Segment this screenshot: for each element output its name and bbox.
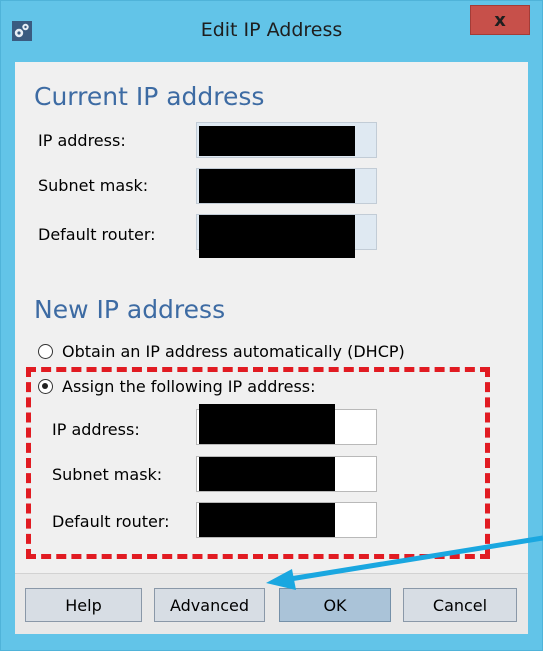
current-ip-label: IP address:: [38, 131, 126, 150]
dhcp-option[interactable]: Obtain an IP address automatically (DHCP…: [38, 342, 405, 361]
redaction: [199, 215, 355, 258]
window-title: Edit IP Address: [200, 19, 343, 41]
dhcp-label: Obtain an IP address automatically (DHCP…: [62, 342, 405, 361]
cancel-button[interactable]: Cancel: [403, 588, 517, 622]
assign-label: Assign the following IP address:: [62, 377, 316, 396]
current-subnet-label: Subnet mask:: [38, 176, 149, 195]
close-button[interactable]: x: [470, 5, 530, 35]
redaction: [199, 169, 355, 203]
help-button[interactable]: Help: [25, 588, 142, 622]
title-bar: Edit IP Address x: [1, 1, 542, 63]
current-ip-field: [196, 122, 377, 158]
ok-button[interactable]: OK: [279, 588, 391, 622]
new-subnet-field[interactable]: [196, 456, 377, 492]
new-router-field[interactable]: [196, 502, 377, 538]
redaction: [199, 457, 335, 491]
redaction: [199, 126, 355, 156]
new-router-label: Default router:: [52, 512, 170, 531]
new-ip-field[interactable]: [196, 404, 377, 445]
close-icon: x: [494, 9, 506, 31]
redaction: [199, 503, 335, 537]
current-ip-heading: Current IP address: [34, 82, 265, 111]
current-router-label: Default router:: [38, 225, 156, 244]
current-router-field: [196, 214, 377, 258]
assign-radio[interactable]: [38, 379, 53, 394]
advanced-button[interactable]: Advanced: [154, 588, 265, 622]
current-subnet-field: [196, 168, 377, 204]
dhcp-radio[interactable]: [38, 344, 53, 359]
new-ip-label: IP address:: [52, 420, 140, 439]
redaction: [199, 404, 335, 444]
new-ip-heading: New IP address: [34, 295, 226, 324]
new-subnet-label: Subnet mask:: [52, 465, 163, 484]
assign-option[interactable]: Assign the following IP address:: [38, 377, 316, 396]
